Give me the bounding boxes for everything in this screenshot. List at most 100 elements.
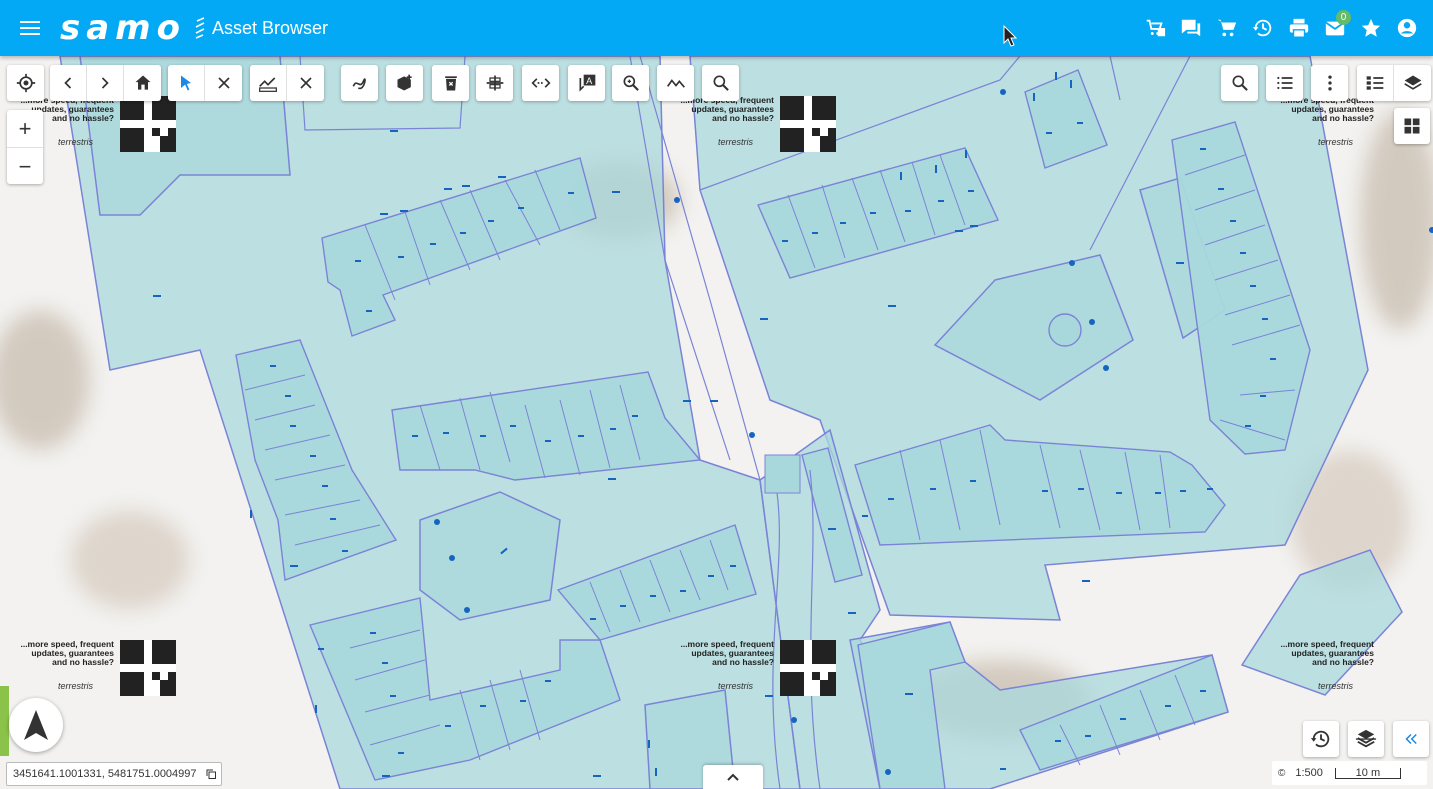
roundabout[interactable]	[1048, 313, 1082, 347]
draw-button[interactable]	[341, 65, 378, 101]
right-search-group	[1221, 65, 1258, 101]
app-title: Asset Browser	[211, 17, 329, 38]
collapse-panel-button[interactable]	[1393, 721, 1429, 757]
select-pointer-icon	[181, 75, 191, 91]
qr-code-icon	[780, 96, 836, 152]
history-button[interactable]	[1245, 10, 1281, 46]
delete-icon	[444, 76, 457, 91]
back-icon	[64, 77, 72, 89]
profile-group	[657, 65, 694, 101]
delete-group	[432, 65, 469, 101]
scale-display: © 1:500 10 m	[1272, 761, 1427, 785]
zoom-area-button[interactable]	[612, 65, 649, 101]
navigation-arrow-icon	[24, 710, 48, 740]
qr-code-icon	[780, 640, 836, 696]
clear-measure-button[interactable]	[287, 65, 324, 101]
zoom-out-button[interactable]: −	[7, 148, 43, 185]
qr-code-icon	[120, 96, 176, 152]
chat-icon	[1181, 19, 1201, 37]
forward-button[interactable]	[87, 65, 124, 101]
cart-list-button[interactable]	[1137, 10, 1173, 46]
locate-group	[7, 65, 44, 101]
mail-badge: 0	[1336, 10, 1351, 25]
search-icon	[713, 75, 729, 91]
mouse-cursor-icon	[1003, 25, 1017, 47]
map-svg[interactable]	[0, 56, 1433, 789]
search-icon	[1232, 75, 1248, 91]
legend-icon	[1366, 76, 1384, 90]
print-button[interactable]	[1281, 10, 1317, 46]
add-object-icon	[397, 74, 412, 91]
label-button[interactable]: A	[568, 65, 605, 101]
list-icon	[1276, 76, 1292, 90]
account-icon	[1397, 18, 1417, 38]
scale-bar-label: 10 m	[1355, 766, 1381, 779]
cart-icon	[1217, 19, 1237, 37]
distance-icon	[530, 78, 551, 88]
split-icon	[486, 75, 503, 91]
favorites-button[interactable]	[1353, 10, 1389, 46]
qr-code-icon	[120, 640, 176, 696]
coordinate-display: 3451641.1001331, 5481751.0004997	[6, 762, 222, 786]
coordinate-value: 3451641.1001331, 5481751.0004997	[13, 768, 197, 780]
measure-graph-icon	[259, 77, 277, 92]
cart-button[interactable]	[1209, 10, 1245, 46]
list-button[interactable]	[1266, 65, 1303, 101]
draw-freehand-icon	[352, 78, 366, 90]
logo-spark-icon	[195, 17, 205, 39]
zoom-area-group	[612, 65, 649, 101]
select-button[interactable]	[168, 65, 205, 101]
zoom-in-button[interactable]: +	[7, 110, 43, 148]
search-button[interactable]	[702, 65, 739, 101]
label-icon: A	[579, 74, 595, 92]
more-group	[1311, 65, 1348, 101]
home-button[interactable]	[124, 65, 161, 101]
draw-group	[341, 65, 378, 101]
more-vert-icon	[1327, 75, 1332, 91]
back-button[interactable]	[50, 65, 87, 101]
small-square[interactable]	[764, 454, 801, 494]
side-indicator	[0, 686, 9, 756]
svg-text:A: A	[586, 76, 593, 86]
distance-button[interactable]	[522, 65, 559, 101]
layer-compare-button[interactable]	[1348, 721, 1384, 757]
menu-button[interactable]	[0, 0, 60, 56]
map-canvas[interactable]: ...more speed, frequent updates, guarant…	[0, 56, 1433, 789]
compass-button[interactable]	[9, 698, 63, 752]
history-icon	[1310, 730, 1330, 748]
split-group	[476, 65, 513, 101]
map-history-button[interactable]	[1303, 721, 1339, 757]
delete-button[interactable]	[432, 65, 469, 101]
more-button[interactable]	[1311, 65, 1348, 101]
search-group	[702, 65, 739, 101]
legend-button[interactable]	[1357, 65, 1394, 101]
layer-swipe-icon	[1355, 729, 1377, 748]
add-object-button[interactable]	[386, 65, 423, 101]
bottom-panel-toggle[interactable]	[703, 765, 763, 789]
forward-icon	[101, 77, 109, 89]
chat-button[interactable]	[1173, 10, 1209, 46]
scale-ratio: 1:500	[1295, 767, 1323, 779]
locate-button[interactable]	[7, 65, 44, 101]
profile-icon	[666, 79, 685, 88]
split-button[interactable]	[476, 65, 513, 101]
home-icon	[135, 75, 150, 90]
clear-select-button[interactable]	[205, 65, 242, 101]
zoom-area-icon	[623, 75, 639, 91]
grid-view-icon	[1404, 118, 1420, 134]
copy-coordinates-button[interactable]	[205, 768, 217, 780]
zoom-control: + −	[7, 110, 43, 184]
map-search-button[interactable]	[1221, 65, 1258, 101]
locate-icon	[16, 73, 35, 93]
distance-group	[522, 65, 559, 101]
add-group	[386, 65, 423, 101]
mail-button[interactable]: 0	[1317, 10, 1353, 46]
measure-button[interactable]	[250, 65, 287, 101]
layers-button[interactable]	[1394, 65, 1431, 101]
chevron-up-icon	[727, 773, 739, 781]
profile-button[interactable]	[657, 65, 694, 101]
hamburger-icon	[20, 21, 40, 35]
grid-view-button[interactable]	[1394, 108, 1430, 144]
layers-icon	[1403, 75, 1422, 90]
account-button[interactable]	[1389, 10, 1425, 46]
